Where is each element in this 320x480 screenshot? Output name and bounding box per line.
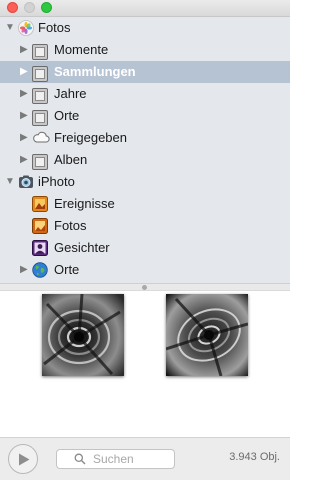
cloud-icon [32,130,50,146]
play-icon [19,453,30,466]
divider-grip[interactable] [142,285,147,290]
sidebar-item-label: Alben [54,152,88,167]
sidebar-item-label: iPhoto [38,174,75,189]
disclosure-closed-icon[interactable]: ▶ [20,132,30,144]
sidebar-item-sammlungen[interactable]: ▶ Sammlungen [0,61,290,83]
disclosure-open-icon[interactable]: ▼ [5,176,15,188]
sidebar-item-freigegeben[interactable]: ▶ Freigegeben [0,127,290,149]
sidebar-item-momente[interactable]: ▶ Momente [0,39,290,61]
photos-app-icon [18,20,34,36]
sidebar-item-label: Jahre [54,86,87,101]
sidebar-item-label: Fotos [38,20,71,35]
photo-grid [0,291,290,437]
sidebar-item-jahre[interactable]: ▶ Jahre [0,83,290,105]
sidebar-item-gesichter[interactable]: Gesichter [0,237,290,259]
folder-icon [32,88,48,104]
close-window-button[interactable] [7,2,18,13]
photo-icon [32,218,48,234]
sidebar-item-label: Fotos [54,218,87,233]
sidebar-item-label: Freigegeben [54,130,127,145]
folder-icon [32,154,48,170]
search-icon [74,453,86,465]
disclosure-closed-icon[interactable]: ▶ [20,154,30,166]
disclosure-closed-icon[interactable]: ▶ [20,264,30,276]
disclosure-open-icon[interactable]: ▼ [5,22,15,34]
search-input[interactable] [93,451,171,467]
sidebar-item-iphoto[interactable]: ▼ iPhoto [0,171,290,193]
globe-icon [32,262,48,278]
disclosure-closed-icon[interactable]: ▶ [20,66,30,78]
faces-icon [32,240,48,256]
iphoto-app-icon [18,174,34,190]
photo-thumbnail[interactable] [42,294,124,376]
photo-thumbnail[interactable] [166,294,248,376]
item-count: 3.943 Obj. [229,451,280,463]
window-titlebar [0,0,290,17]
sidebar-item-ereignisse[interactable]: Ereignisse [0,193,290,215]
sidebar-item-orte[interactable]: ▶ Orte [0,105,290,127]
sidebar-item-label: Sammlungen [54,64,136,79]
sidebar-item-fotos[interactable]: ▼ Fotos [0,17,290,39]
folder-icon [32,44,48,60]
search-field[interactable] [56,449,175,469]
sidebar-item-label: Gesichter [54,240,110,255]
play-slideshow-button[interactable] [8,444,38,474]
sidebar-item-label: Momente [54,42,109,57]
disclosure-closed-icon[interactable]: ▶ [20,110,30,122]
disclosure-closed-icon[interactable]: ▶ [20,44,30,56]
folder-icon [32,110,48,126]
disclosure-closed-icon[interactable]: ▶ [20,88,30,100]
sidebar-item-label: Ereignisse [54,196,115,211]
zoom-window-button[interactable] [41,2,52,13]
split-view-divider[interactable] [0,283,290,291]
sidebar: ▼ Fotos ▶ Momente ▶ Sammlungen ▶ Jahre ▶… [0,17,290,283]
sidebar-item-label: Orte [54,108,80,123]
folder-icon [32,66,48,82]
sidebar-item-iphoto-fotos[interactable]: Fotos [0,215,290,237]
minimize-window-button[interactable] [24,2,35,13]
bottom-toolbar: 3.943 Obj. [0,437,290,480]
sidebar-item-iphoto-orte[interactable]: ▶ Orte [0,259,290,281]
sidebar-item-label: Orte [54,262,80,277]
events-icon [32,196,48,212]
sidebar-item-alben[interactable]: ▶ Alben [0,149,290,171]
